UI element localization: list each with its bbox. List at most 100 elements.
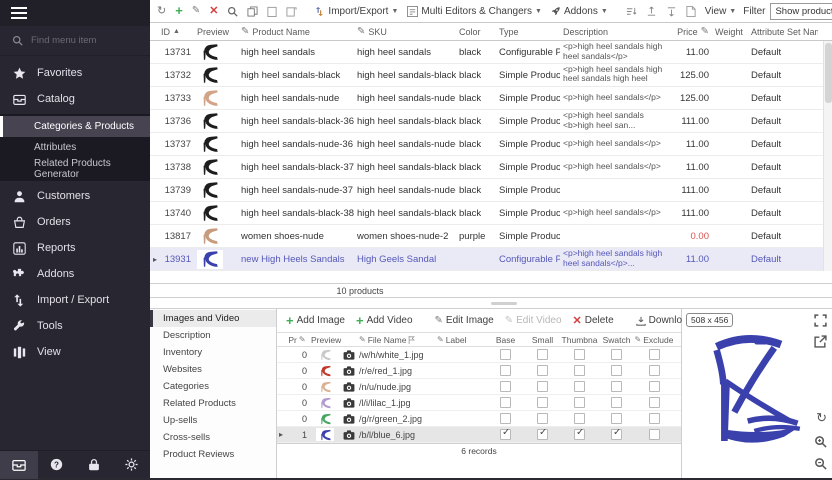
cell-small-checkbox[interactable] <box>524 349 561 360</box>
detail-tab[interactable]: Images and Video <box>150 310 276 327</box>
cell-base-checkbox[interactable] <box>487 413 524 424</box>
detail-tab[interactable]: Related Products <box>150 395 276 412</box>
cell-base-checkbox[interactable] <box>487 397 524 408</box>
column-header-file-name[interactable]: ✎File Name <box>357 335 435 345</box>
expand-all-button[interactable] <box>644 5 659 18</box>
cell-thumbnail-checkbox[interactable] <box>561 397 598 408</box>
addons-button[interactable]: Addons▼ <box>549 5 610 18</box>
exclude-checkbox[interactable] <box>649 365 660 376</box>
sidebar-item-categories-products[interactable]: Categories & Products <box>0 116 150 137</box>
sidebar-item-orders[interactable]: Orders <box>0 209 150 235</box>
product-row[interactable]: 13736 high heel sandals-black-36 high he… <box>150 110 832 133</box>
edit-product-button[interactable]: ✎ <box>190 5 202 17</box>
cell-base-checkbox[interactable] <box>487 365 524 376</box>
edit-image-button[interactable]: ✎Edit Image <box>433 314 496 327</box>
product-row[interactable]: 13732 high heel sandals-black high heel … <box>150 64 832 87</box>
column-header-exclude[interactable]: ✎Exclude <box>635 335 673 345</box>
base-checkbox[interactable] <box>500 397 511 408</box>
cell-swatch-checkbox[interactable] <box>598 429 635 440</box>
open-external-icon[interactable] <box>814 335 827 348</box>
image-row[interactable]: 0 /n/u/nude.jpg <box>277 379 681 395</box>
product-row[interactable]: 13733 high heel sandals-nude high heel s… <box>150 87 832 110</box>
paste-button[interactable] <box>265 5 279 18</box>
scrollbar-thumb[interactable] <box>825 43 832 103</box>
sidebar-item-customers[interactable]: Customers <box>0 183 150 209</box>
column-header-base[interactable]: Base <box>487 335 524 345</box>
product-row[interactable]: 13931 new High Heels Sandals High Geels … <box>150 248 832 271</box>
cell-exclude-checkbox[interactable] <box>635 381 673 392</box>
detail-tab[interactable]: Categories <box>150 378 276 395</box>
cell-thumbnail-checkbox[interactable] <box>561 429 598 440</box>
base-checkbox[interactable] <box>500 349 511 360</box>
thumbnail-checkbox[interactable] <box>574 429 585 440</box>
base-checkbox[interactable] <box>500 429 511 440</box>
swatch-checkbox[interactable] <box>611 365 622 376</box>
product-row[interactable]: 13737 high heel sandals-nude-36 high hee… <box>150 133 832 156</box>
horizontal-splitter[interactable] <box>150 298 832 308</box>
image-row[interactable]: 0 /l/i/lilac_1.jpg <box>277 395 681 411</box>
product-row[interactable]: 13740 high heel sandals-black-38 high he… <box>150 202 832 225</box>
cell-exclude-checkbox[interactable] <box>635 413 673 424</box>
zoom-out-icon[interactable] <box>814 457 827 470</box>
cell-swatch-checkbox[interactable] <box>598 365 635 376</box>
refresh-button[interactable]: ↻ <box>155 5 168 17</box>
column-header-swatch[interactable]: Swatch <box>598 335 635 345</box>
grid-settings-button[interactable] <box>684 5 698 18</box>
import-export-button[interactable]: Import/Export▼ <box>313 5 400 18</box>
image-row[interactable]: 1 /b/l/blue_6.jpg <box>277 427 681 443</box>
cell-exclude-checkbox[interactable] <box>635 429 673 440</box>
fullscreen-icon[interactable] <box>814 314 827 327</box>
cell-swatch-checkbox[interactable] <box>598 397 635 408</box>
add-product-button[interactable]: + <box>173 5 185 17</box>
cell-base-checkbox[interactable] <box>487 429 524 440</box>
edit-video-button[interactable]: ✎Edit Video <box>503 314 564 327</box>
column-header-id[interactable]: ID▲ <box>158 27 194 37</box>
detail-tab[interactable]: Description <box>150 327 276 344</box>
column-header-color[interactable]: Color <box>456 27 496 37</box>
collapse-all-button[interactable] <box>664 5 679 18</box>
column-header-label[interactable]: ✎Label <box>435 335 487 345</box>
cell-thumbnail-checkbox[interactable] <box>561 349 598 360</box>
cell-swatch-checkbox[interactable] <box>598 381 635 392</box>
cell-base-checkbox[interactable] <box>487 349 524 360</box>
thumbnail-checkbox[interactable] <box>574 381 585 392</box>
detail-tab[interactable]: Websites <box>150 361 276 378</box>
small-checkbox[interactable] <box>537 349 548 360</box>
image-row[interactable]: 0 /w/h/white_1.jpg <box>277 347 681 363</box>
column-header-preview[interactable]: Preview <box>194 27 238 37</box>
sidebar-search-input[interactable]: Find menu item <box>0 26 150 56</box>
cell-small-checkbox[interactable] <box>524 365 561 376</box>
view-button[interactable]: View▼ <box>703 5 738 18</box>
base-checkbox[interactable] <box>500 365 511 376</box>
gear-icon[interactable] <box>125 458 138 471</box>
column-header-pr[interactable]: Pr✎ <box>285 335 309 345</box>
hamburger-menu-icon[interactable] <box>11 7 27 19</box>
column-header-product-name[interactable]: ✎Product Name <box>238 27 354 37</box>
lock-icon[interactable] <box>88 458 100 471</box>
detail-tab[interactable]: Up-sells <box>150 412 276 429</box>
footer-catalog-button[interactable] <box>0 451 38 479</box>
sort-button[interactable] <box>624 5 639 18</box>
cell-thumbnail-checkbox[interactable] <box>561 381 598 392</box>
thumbnail-checkbox[interactable] <box>574 397 585 408</box>
swatch-checkbox[interactable] <box>611 413 622 424</box>
exclude-checkbox[interactable] <box>649 381 660 392</box>
column-header-preview[interactable]: Preview <box>309 335 341 345</box>
duplicate-button[interactable] <box>284 5 299 18</box>
cell-exclude-checkbox[interactable] <box>635 349 673 360</box>
sidebar-item-addons[interactable]: Addons <box>0 261 150 287</box>
vertical-scrollbar[interactable] <box>823 41 832 271</box>
small-checkbox[interactable] <box>537 413 548 424</box>
thumbnail-checkbox[interactable] <box>574 349 585 360</box>
rotate-icon[interactable]: ↻ <box>816 410 827 426</box>
cell-exclude-checkbox[interactable] <box>635 365 673 376</box>
small-checkbox[interactable] <box>537 429 548 440</box>
product-row[interactable]: 13731 high heel sandals high heel sandal… <box>150 41 832 64</box>
cell-thumbnail-checkbox[interactable] <box>561 365 598 376</box>
column-header-price[interactable]: Price✎ <box>666 27 712 37</box>
sidebar-item-reports[interactable]: Reports <box>0 235 150 261</box>
exclude-checkbox[interactable] <box>649 429 660 440</box>
search-button[interactable] <box>225 5 240 18</box>
image-row[interactable]: 0 /g/r/green_2.jpg <box>277 411 681 427</box>
cell-small-checkbox[interactable] <box>524 429 561 440</box>
